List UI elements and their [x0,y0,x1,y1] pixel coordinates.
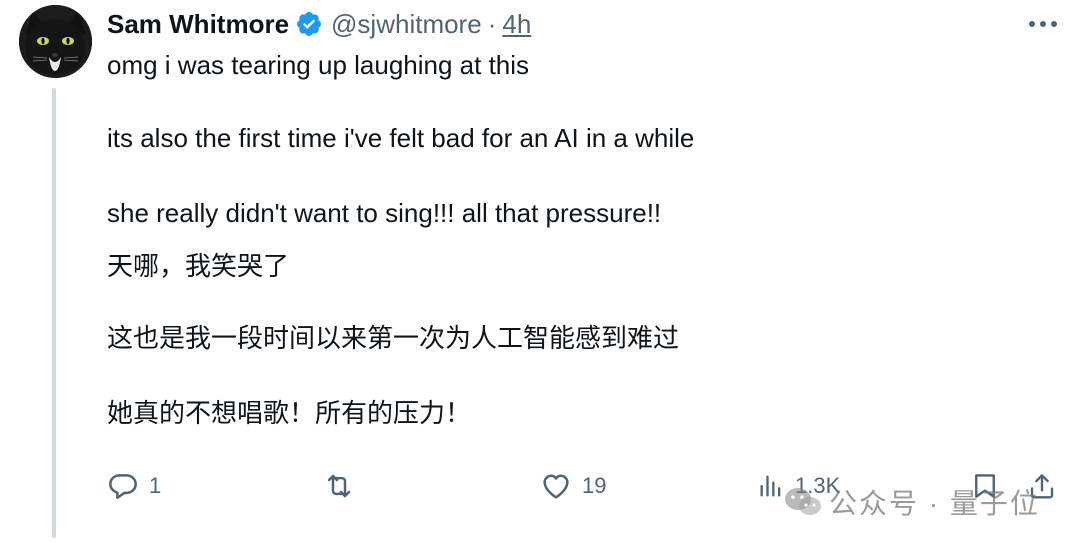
views-chart-icon [760,475,781,497]
reply-icon [109,474,137,499]
verified-badge-icon [297,12,321,36]
retweet-button[interactable] [322,468,366,504]
tweet-header: Sam Whitmore @sjwhitmore · 4h [107,6,531,42]
tweet-timestamp[interactable]: 4h [502,9,531,40]
like-button[interactable]: 19 [540,468,606,504]
retweet-icon [327,474,351,498]
watermark: 公众号 · 量子位 [783,482,1040,522]
avatar[interactable] [19,5,92,78]
heart-icon [543,474,569,499]
tweet-body-line: 这也是我一段时间以来第一次为人工智能感到难过 [107,323,680,353]
thread-line [52,88,56,538]
black-cat-avatar-image [19,5,92,78]
author-handle[interactable]: @sjwhitmore [331,9,482,40]
watermark-text: 公众号 · 量子位 [829,488,1040,519]
reply-count: 1 [149,473,162,498]
tweet-body-line: 她真的不想唱歌！所有的压力！ [107,398,472,428]
more-options-button[interactable] [1022,9,1064,39]
tweet-body-line: 天哪，我笑哭了 [107,251,290,281]
like-count: 19 [582,473,607,498]
separator-dot: · [487,8,497,39]
tweet-body-line: omg i was tearing up laughing at this [107,50,530,80]
wechat-icon [785,488,821,515]
author-display-name[interactable]: Sam Whitmore [107,9,289,40]
reply-button[interactable]: 1 [107,468,161,504]
tweet-body-line: she really didn't want to sing!!! all th… [107,198,662,228]
more-horizontal-icon [1029,21,1057,27]
tweet-body-line: its also the first time i've felt bad fo… [107,123,695,153]
